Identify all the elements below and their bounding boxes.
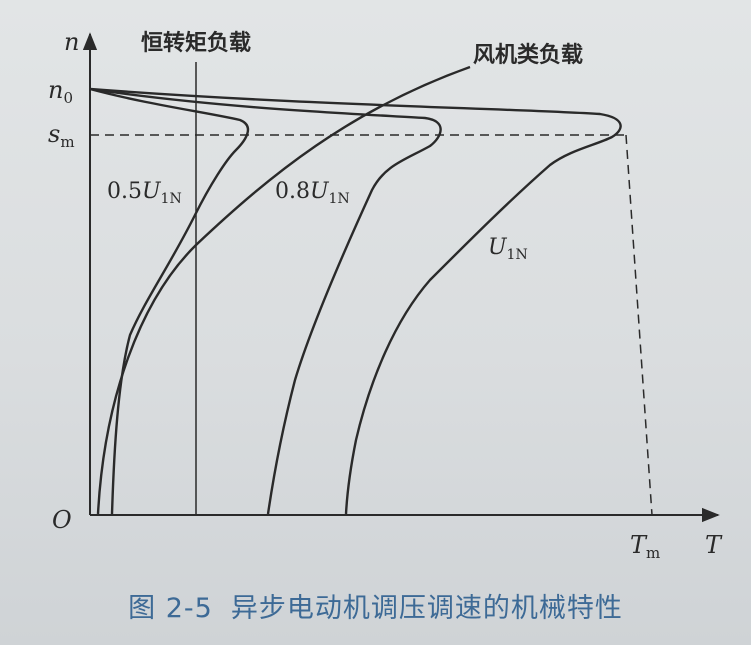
tm-dashed-line (625, 134, 653, 516)
n0-label: n0 (48, 76, 73, 107)
figure-page: n T O n0 sm Tm 0.5U1N 0.8U1N U1N 恒转矩负载 风… (0, 0, 751, 645)
y-axis-label: n (64, 28, 79, 56)
mechanical-characteristics-figure: n T O n0 sm Tm 0.5U1N 0.8U1N U1N 恒转矩负载 风… (48, 28, 723, 562)
sm-label: sm (48, 120, 75, 151)
fan-load-label: 风机类负载 (473, 42, 583, 68)
curve-half-rated-voltage-label: 0.5U1N (107, 179, 182, 207)
curve-eighty-percent-voltage (89, 87, 442, 515)
constant-torque-load-label: 恒转矩负载 (141, 30, 251, 56)
origin-label: O (52, 506, 72, 534)
figure-caption: 图 2-5 异步电动机调压调速的机械特性 (0, 586, 751, 625)
tm-label: Tm (630, 531, 660, 562)
curve-half-rated-voltage (89, 87, 250, 515)
curve-rated-voltage (89, 87, 622, 515)
figure-title: 异步电动机调压调速的机械特性 (230, 593, 623, 624)
x-axis-label: T (705, 531, 723, 559)
curve-eighty-percent-voltage-label: 0.8U1N (275, 179, 350, 207)
curve-rated-voltage-label: U1N (488, 235, 528, 263)
figure-number: 图 2-5 (128, 593, 213, 624)
